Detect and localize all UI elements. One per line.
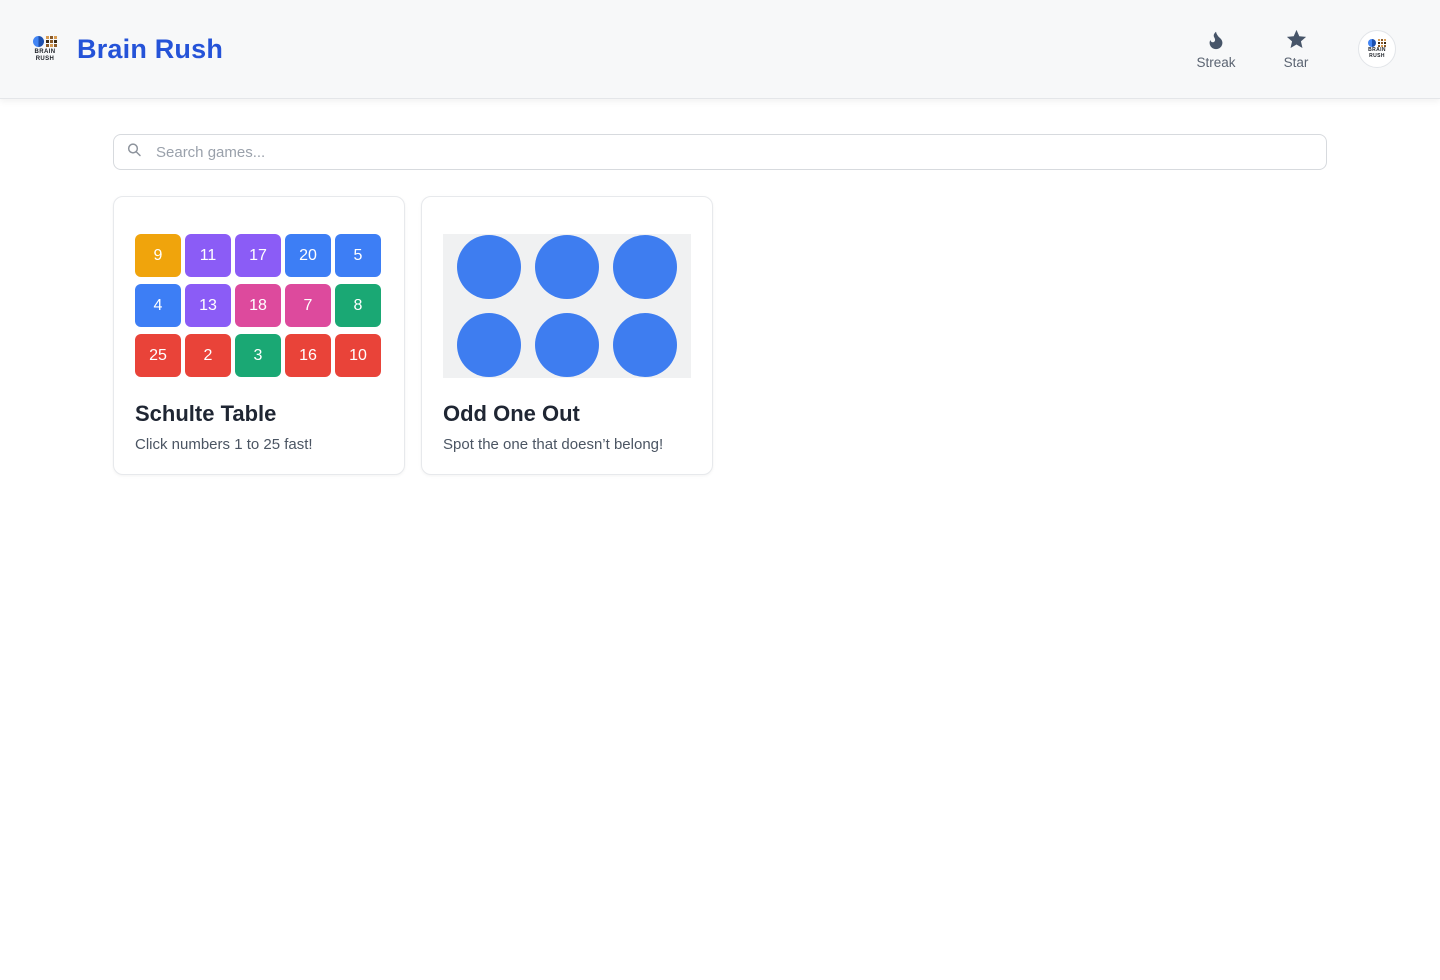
schulte-tile: 10 (335, 334, 381, 377)
odd-one-out-circle (457, 235, 521, 299)
main-content: 91117205 4131878 25231610 Schulte Table Cl… (113, 134, 1327, 475)
brain-rush-logo-icon: BRAIN RUSH (30, 35, 60, 63)
schulte-number-grid: 9 11 17 20 5 4 13 18 7 8 25 2 3 16 10 (135, 234, 381, 377)
logo-grid-icon (45, 35, 58, 47)
odd-one-out-thumbnail (443, 234, 691, 380)
search-icon (126, 142, 142, 163)
search-input[interactable] (113, 134, 1327, 170)
schulte-tile: 9 (135, 234, 181, 277)
odd-one-out-circle-grid (443, 234, 691, 378)
header-actions: Streak Star BRAIN RUSH (1194, 28, 1396, 70)
avatar-logo-icon: BRAIN RUSH (1365, 39, 1389, 59)
schulte-tile: 2 (185, 334, 231, 377)
odd-one-out-circle (457, 313, 521, 377)
schulte-tile: 11 (185, 234, 231, 277)
schulte-tile: 17 (235, 234, 281, 277)
game-title: Odd One Out (443, 401, 580, 426)
streak-label: Streak (1196, 54, 1236, 70)
avatar[interactable]: BRAIN RUSH (1358, 30, 1396, 68)
header: BRAIN RUSH Brain Rush Streak Star BRAIN … (0, 0, 1440, 99)
schulte-tile: 3 (235, 334, 281, 377)
schulte-tile: 7 (285, 284, 331, 327)
odd-one-out-circle (535, 313, 599, 377)
search-bar (113, 134, 1327, 170)
game-cards: 9 11 17 20 5 4 13 18 7 8 25 2 3 16 10 Schulte Table Cl… (113, 196, 1327, 475)
logo-circle-icon (32, 35, 44, 47)
odd-one-out-circle (613, 235, 677, 299)
logo-graphic (32, 35, 58, 47)
schulte-table-thumbnail: 9 11 17 20 5 4 13 18 7 8 25 2 3 16 10 (135, 234, 383, 380)
schulte-tile: 5 (335, 234, 381, 277)
game-card-odd-one-out[interactable]: Odd One Out Spot the one that doesn’t be… (421, 196, 713, 475)
odd-one-out-circle (613, 313, 677, 377)
schulte-tile: 25 (135, 334, 181, 377)
game-subtitle: Spot the one that doesn’t belong! (443, 436, 664, 453)
flame-icon (1205, 29, 1227, 51)
star-button[interactable]: Star (1274, 28, 1318, 70)
schulte-tile: 16 (285, 334, 331, 377)
game-title: Schulte Table (135, 401, 277, 426)
logo-wordmark: BRAIN RUSH (34, 48, 56, 62)
brand[interactable]: BRAIN RUSH Brain Rush (30, 34, 223, 65)
schulte-tile: 13 (185, 284, 231, 327)
schulte-tile: 18 (235, 284, 281, 327)
star-label: Star (1283, 55, 1309, 70)
schulte-tile: 8 (335, 284, 381, 327)
streak-button[interactable]: Streak (1194, 29, 1238, 70)
star-icon (1285, 28, 1308, 51)
schulte-tile: 4 (135, 284, 181, 327)
app-title: Brain Rush (77, 33, 224, 64)
odd-one-out-circle (535, 235, 599, 299)
game-subtitle: Click numbers 1 to 25 fast! (135, 436, 313, 453)
schulte-tile: 20 (285, 234, 331, 277)
game-card-schulte-table[interactable]: 9 11 17 20 5 4 13 18 7 8 25 2 3 16 10 Schulte Table Cl… (113, 196, 405, 475)
